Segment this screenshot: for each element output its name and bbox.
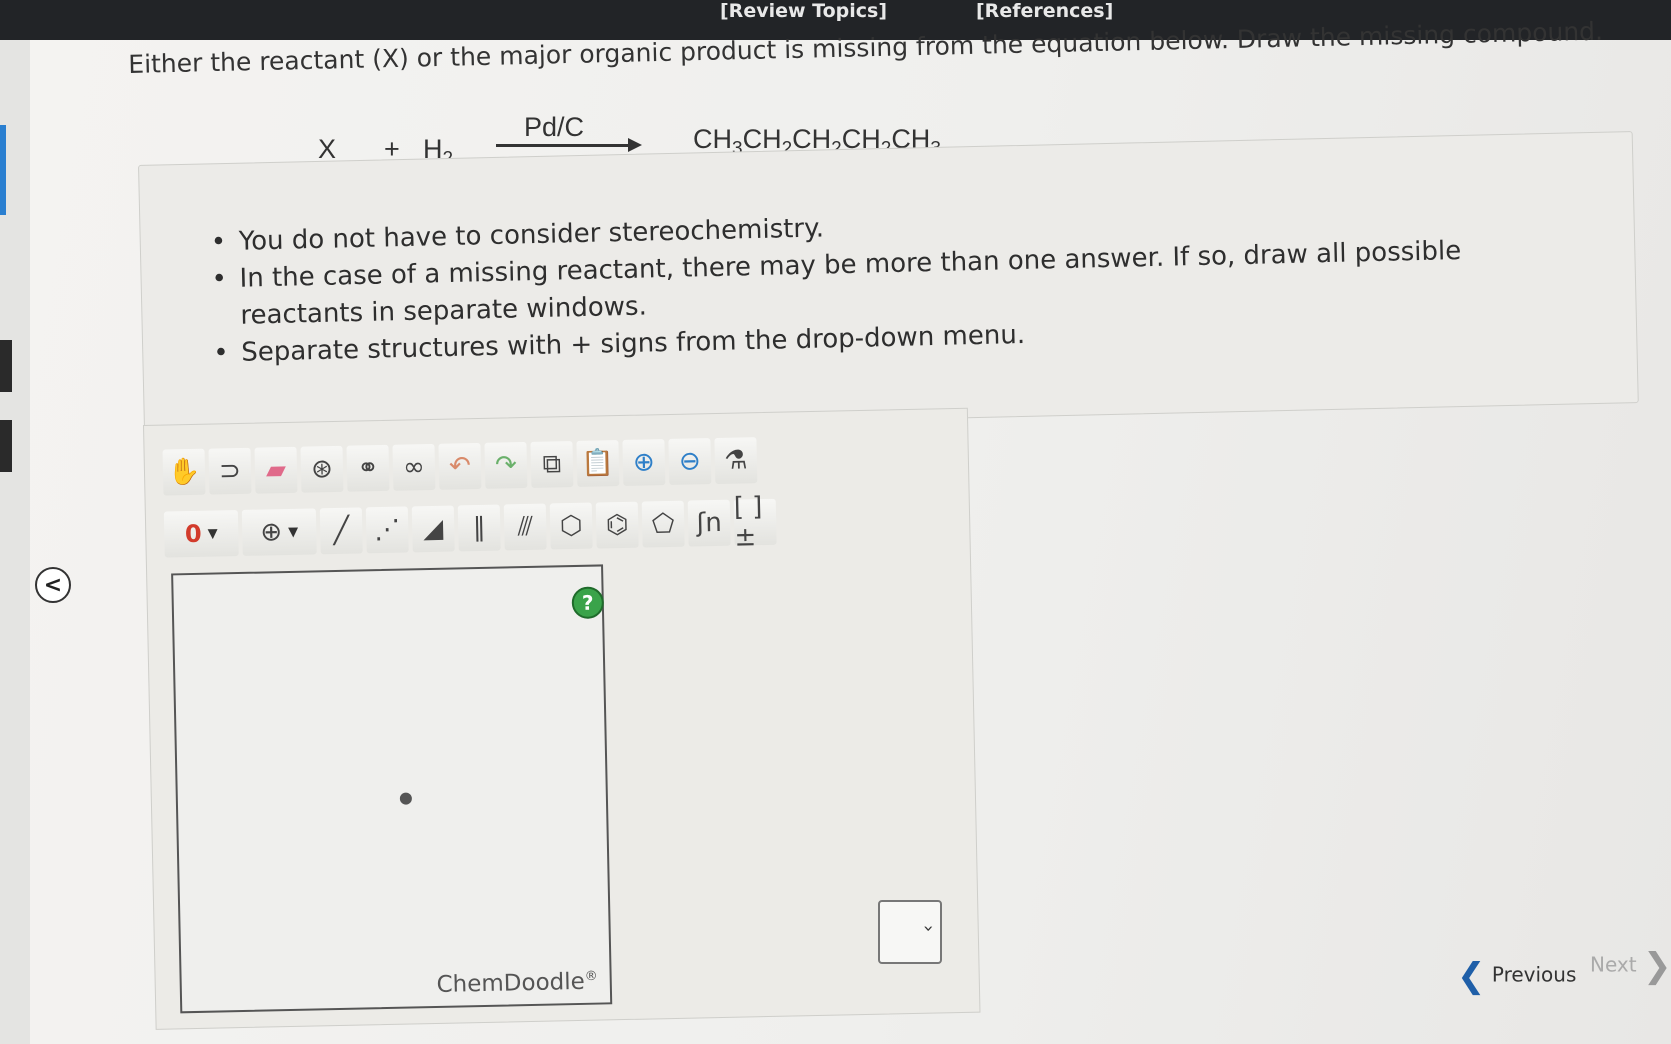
center-icon: ⊛: [310, 454, 334, 485]
charge-selector[interactable]: 0 ▼: [163, 510, 239, 558]
chain-icon: ʃn: [696, 507, 723, 539]
chain-button[interactable]: ʃn: [687, 499, 731, 547]
sidebar-accent: [0, 125, 6, 215]
chevron-down-icon: ›: [917, 924, 939, 933]
flip-horizontal-icon: ⚭: [356, 453, 380, 484]
zoomout-icon: ⊖: [678, 446, 702, 477]
copy-icon: ⧉: [542, 448, 562, 480]
clean-icon: ⚗: [723, 445, 748, 476]
canvas-origin-dot: [399, 792, 413, 805]
paste-icon: 📋: [581, 448, 615, 479]
separator-dropdown[interactable]: ›: [878, 900, 942, 964]
zoomin-icon: ⊕: [632, 447, 656, 478]
previous-button[interactable]: ❮ Previous: [1457, 956, 1576, 996]
benzene-icon: ⌬: [605, 509, 629, 541]
pentagon-button[interactable]: ⬠: [641, 500, 685, 548]
reaction-arrow: [496, 138, 642, 152]
hand-button[interactable]: ✋: [162, 448, 206, 496]
cyclohexane-button[interactable]: ⬡: [549, 502, 593, 550]
undo-icon: ↶: [448, 451, 472, 482]
chemdoodle-logo: ChemDoodle®: [436, 968, 598, 998]
plus-circle-icon: ⊕: [260, 517, 283, 548]
zoomin-button[interactable]: ⊕: [622, 439, 666, 486]
pentagon-icon: ⬠: [651, 508, 675, 540]
chevron-left-icon: <: [43, 572, 63, 598]
next-button[interactable]: Next ❯: [1590, 946, 1671, 986]
redo-button[interactable]: ↷: [484, 441, 528, 489]
editor-toolbar-top: ✋ ⊃ ▰ ⊛ ⚭ ∞ ↶ ↷ ⧉ 📋 ⊕ ⊖ ⚗: [162, 435, 761, 498]
eraser-icon: ▰: [265, 455, 287, 486]
wedge-bond-icon: ◢: [422, 513, 444, 545]
bracket-icon: [ ]±: [733, 492, 763, 553]
center-button[interactable]: ⊛: [300, 445, 344, 493]
undo-button[interactable]: ↶: [438, 442, 482, 490]
double-bond-icon: ∥: [472, 512, 487, 544]
instructions-list: You do not have to consider stereochemis…: [210, 194, 1543, 372]
references-link[interactable]: [References]: [976, 0, 1113, 22]
sidebar-tab[interactable]: [0, 420, 12, 472]
help-button[interactable]: ?: [571, 586, 605, 620]
wedge-bond-button[interactable]: ◢: [411, 505, 455, 553]
hashed-bond-button[interactable]: ⋰: [365, 506, 409, 554]
flip-horizontal-button[interactable]: ⚭: [346, 444, 390, 492]
sidebar-tab[interactable]: [0, 340, 12, 392]
redo-icon: ↷: [494, 450, 518, 481]
drawing-canvas[interactable]: ? ChemDoodle®: [171, 564, 613, 1014]
chevron-down-icon: ▼: [288, 524, 299, 540]
chevron-left-icon: ❮: [1457, 956, 1486, 996]
instructions-box: You do not have to consider stereochemis…: [138, 131, 1639, 437]
chemdoodle-editor: ✋ ⊃ ▰ ⊛ ⚭ ∞ ↶ ↷ ⧉ 📋 ⊕ ⊖ ⚗ 0 ▼ ⊕ ▼ ╱ ⋰ ◢ ∥ ⫻ ⬡ ⌬ ⬠ ʃn [ ]± ? C…: [143, 407, 981, 1030]
chevron-down-icon: ▼: [207, 525, 218, 542]
flip-vertical-icon: ∞: [402, 452, 426, 483]
copy-button[interactable]: ⧉: [530, 441, 574, 488]
flip-vertical-button[interactable]: ∞: [392, 443, 436, 491]
chevron-right-icon: ❯: [1642, 946, 1671, 986]
lasso-icon: ⊃: [218, 455, 242, 487]
paste-button[interactable]: 📋: [576, 440, 620, 487]
review-topics-link[interactable]: [Review Topics]: [720, 0, 887, 22]
hashed-bond-icon: ⋰: [373, 514, 401, 546]
left-sidebar-edge: [0, 40, 30, 1044]
editor-toolbar-bottom: 0 ▼ ⊕ ▼ ╱ ⋰ ◢ ∥ ⫻ ⬡ ⌬ ⬠ ʃn [ ]±: [163, 492, 781, 560]
next-label: Next: [1590, 952, 1637, 977]
reaction-condition: Pd/C: [524, 112, 585, 142]
zoomout-button[interactable]: ⊖: [668, 438, 712, 485]
lasso-button[interactable]: ⊃: [208, 447, 252, 495]
previous-label: Previous: [1491, 962, 1577, 987]
collapse-panel-button[interactable]: <: [35, 567, 71, 603]
charge-label: 0: [184, 519, 202, 549]
single-bond-button[interactable]: ╱: [319, 507, 363, 555]
double-bond-button[interactable]: ∥: [457, 504, 501, 552]
atom-selector[interactable]: ⊕ ▼: [241, 508, 317, 556]
single-bond-icon: ╱: [333, 515, 350, 547]
hand-icon: ✋: [167, 456, 201, 488]
triple-bond-icon: ⫻: [517, 511, 534, 542]
bracket-button[interactable]: [ ]±: [734, 492, 777, 553]
clean-button[interactable]: ⚗: [714, 437, 758, 485]
triple-bond-button[interactable]: ⫻: [503, 503, 547, 551]
cyclohexane-icon: ⬡: [559, 510, 583, 542]
eraser-button[interactable]: ▰: [254, 446, 298, 494]
benzene-button[interactable]: ⌬: [595, 501, 639, 549]
